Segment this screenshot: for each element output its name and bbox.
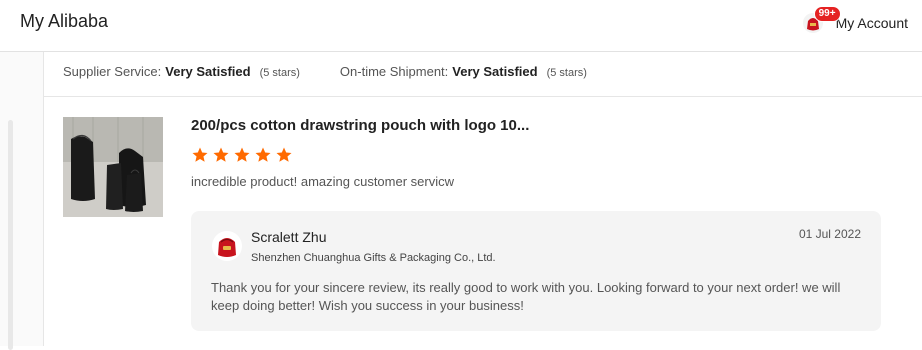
star-icon <box>276 147 292 162</box>
review-stars <box>191 146 296 164</box>
shipment-label: On-time Shipment: <box>339 64 449 79</box>
top-bar: My Alibaba 99+ My Account <box>0 0 922 52</box>
shipment-stars: (5 stars) <box>546 67 587 79</box>
drawstring-pouch-image <box>63 117 163 217</box>
supplier-reply: Scralett Zhu Shenzhen Chuanghua Gifts & … <box>191 211 881 331</box>
left-rail <box>0 52 44 350</box>
star-icon <box>192 147 208 162</box>
supplier-service-label: Supplier Service: <box>63 64 162 79</box>
account-label[interactable]: My Account <box>836 15 908 31</box>
reply-text: Thank you for your sincere review, its r… <box>211 280 841 313</box>
account-avatar[interactable]: 99+ <box>802 6 841 34</box>
star-icon <box>234 147 250 162</box>
supplier-logo-icon <box>212 231 242 261</box>
supplier-company[interactable]: Shenzhen Chuanghua Gifts & Packaging Co.… <box>251 252 496 264</box>
supplier-service-value: Very Satisfied <box>165 64 251 79</box>
account-menu[interactable]: 99+ My Account <box>802 6 908 34</box>
supplier-service-stars: (5 stars) <box>259 67 300 79</box>
supplier-avatar <box>211 230 243 267</box>
section-divider <box>44 96 922 97</box>
star-icon <box>213 147 229 162</box>
reply-date: 01 Jul 2022 <box>798 227 861 241</box>
supplier-ratings: Supplier Service: Very Satisfied (5 star… <box>63 64 587 79</box>
scrollbar[interactable] <box>8 120 13 350</box>
shipment-value: Very Satisfied <box>452 64 538 79</box>
notification-badge: 99+ <box>813 6 841 22</box>
product-title[interactable]: 200/pcs cotton drawstring pouch with log… <box>191 117 529 134</box>
review-comment: incredible product! amazing customer ser… <box>191 174 454 189</box>
supplier-name: Scralett Zhu <box>251 229 327 245</box>
app-title[interactable]: My Alibaba <box>20 11 108 32</box>
star-icon <box>255 147 271 162</box>
product-thumbnail[interactable] <box>63 117 163 217</box>
